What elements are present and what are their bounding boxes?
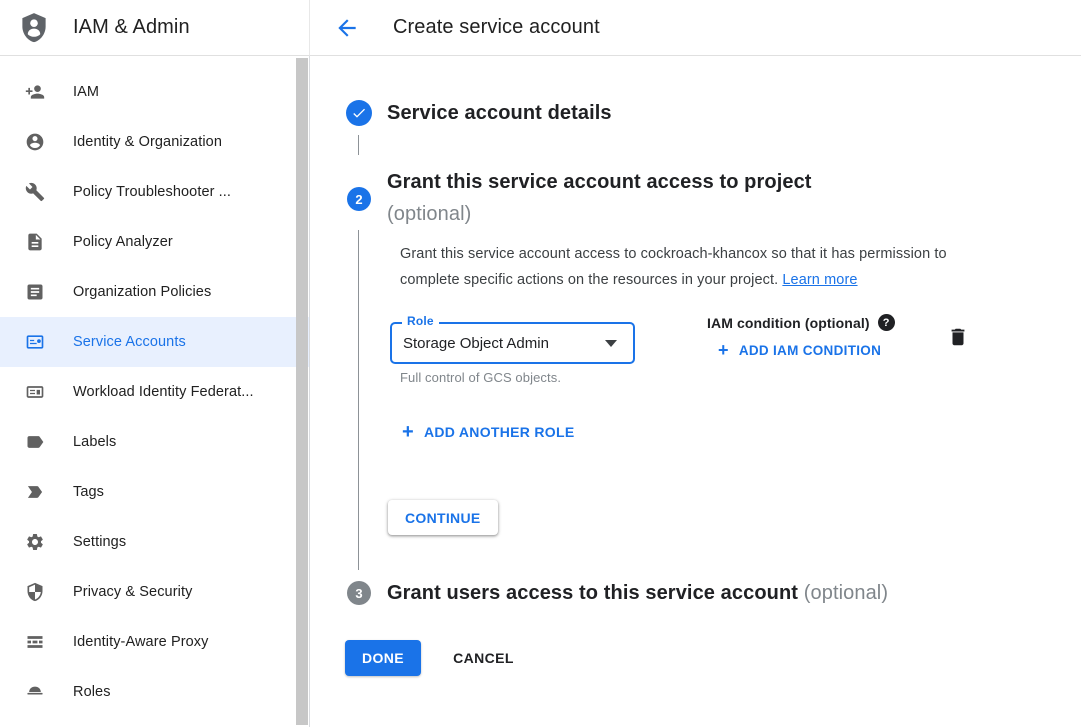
step2-description: Grant this service account access to coc… <box>400 242 988 293</box>
stepper-connector <box>358 135 359 155</box>
wrench-icon <box>25 182 45 202</box>
sidebar-item-label: Settings <box>73 534 126 550</box>
sidebar-item-label: Policy Troubleshooter ... <box>73 184 231 200</box>
add-another-role-button[interactable]: + ADD ANOTHER ROLE <box>402 422 575 442</box>
sidebar-item-settings[interactable]: Settings <box>0 517 309 567</box>
step1-completed-check-icon <box>346 100 372 126</box>
service-account-icon <box>25 332 45 352</box>
role-select-value: Storage Object Admin <box>403 335 549 352</box>
iam-shield-logo-icon <box>17 9 51 47</box>
role-field-label: Role <box>402 314 439 328</box>
step3-heading: Grant users access to this service accou… <box>387 582 888 605</box>
step2-header: 2 Grant this service account access to p… <box>347 168 812 229</box>
sidebar-item-policy-analyzer[interactable]: Policy Analyzer <box>0 217 309 267</box>
back-arrow-icon[interactable] <box>334 15 360 41</box>
gear-icon <box>25 532 45 552</box>
article-icon <box>25 282 45 302</box>
proxy-icon <box>25 632 45 652</box>
tag-arrow-icon <box>25 482 45 502</box>
step3-title: Grant users access to this service accou… <box>387 582 798 604</box>
sidebar-item-policy-troubleshooter[interactable]: Policy Troubleshooter ... <box>0 167 309 217</box>
sidebar-item-label: Organization Policies <box>73 284 211 300</box>
plus-icon: + <box>718 341 729 359</box>
cancel-button[interactable]: CANCEL <box>453 650 514 666</box>
sidebar-item-privacy-security[interactable]: Privacy & Security <box>0 567 309 617</box>
app-title: IAM & Admin <box>73 16 190 39</box>
sidebar-item-identity-organization[interactable]: Identity & Organization <box>0 117 309 167</box>
sidebar-item-tags[interactable]: Tags <box>0 467 309 517</box>
plus-icon: + <box>402 422 414 442</box>
sidebar-scrollbar[interactable] <box>296 58 308 725</box>
sidebar-item-iam[interactable]: IAM <box>0 67 309 117</box>
form-actions: DONE CANCEL <box>345 640 514 676</box>
page-header: Create service account <box>310 0 1081 56</box>
iam-admin-app: IAM & Admin Create service account IAM Id… <box>0 0 1081 727</box>
step2-title: Grant this service account access to pro… <box>387 171 812 193</box>
sidebar-item-identity-aware-proxy[interactable]: Identity-Aware Proxy <box>0 617 309 667</box>
learn-more-link[interactable]: Learn more <box>782 272 857 288</box>
step2-optional-label: (optional) <box>387 200 812 229</box>
sidebar-item-organization-policies[interactable]: Organization Policies <box>0 267 309 317</box>
label-icon <box>25 432 45 452</box>
sidebar-item-label: Policy Analyzer <box>73 234 173 250</box>
account-circle-icon <box>25 132 45 152</box>
sidebar-item-roles[interactable]: Roles <box>0 667 309 717</box>
sidebar-item-label: Tags <box>73 484 104 500</box>
sidebar-nav: IAM Identity & Organization Policy Trouble… <box>0 56 310 727</box>
step3-number-badge: 3 <box>347 581 371 605</box>
stepper-connector <box>358 230 359 570</box>
sidebar-item-label: Roles <box>73 684 111 700</box>
step2-number-badge: 2 <box>347 187 371 211</box>
iam-condition-section: IAM condition (optional) ? + ADD IAM CON… <box>707 314 895 359</box>
sidebar-item-labels[interactable]: Labels <box>0 417 309 467</box>
sidebar-item-service-accounts[interactable]: Service Accounts <box>0 317 309 367</box>
sidebar-item-label: Labels <box>73 434 116 450</box>
step1-title: Service account details <box>387 102 612 125</box>
continue-button[interactable]: CONTINUE <box>388 500 498 535</box>
sidebar-item-label: Service Accounts <box>73 334 186 350</box>
step3-header[interactable]: 3 Grant users access to this service acc… <box>347 581 888 605</box>
delete-role-trash-icon[interactable] <box>947 326 971 350</box>
sidebar-item-label: IAM <box>73 84 99 100</box>
role-helper-text: Full control of GCS objects. <box>400 370 561 385</box>
sidebar-item-label: Workload Identity Federat... <box>73 384 254 400</box>
security-shield-icon <box>25 582 45 602</box>
page-title: Create service account <box>393 16 600 39</box>
step3-optional-label: (optional) <box>804 582 888 604</box>
done-button[interactable]: DONE <box>345 640 421 676</box>
sidebar-item-label: Identity-Aware Proxy <box>73 634 209 650</box>
card-icon <box>25 382 45 402</box>
sidebar-header: IAM & Admin <box>0 0 310 56</box>
sidebar-item-workload-identity-federation[interactable]: Workload Identity Federat... <box>0 367 309 417</box>
policy-analyzer-icon <box>25 232 45 252</box>
dropdown-caret-icon <box>605 340 617 347</box>
main-content: Service account details 2 Grant this ser… <box>310 56 1081 727</box>
roles-hat-icon <box>25 682 45 702</box>
add-iam-condition-button[interactable]: + ADD IAM CONDITION <box>718 341 895 359</box>
step1-header[interactable]: Service account details <box>346 100 612 126</box>
help-icon[interactable]: ? <box>878 314 895 331</box>
sidebar-item-label: Privacy & Security <box>73 584 192 600</box>
step2-heading: Grant this service account access to pro… <box>387 168 812 229</box>
person-add-icon <box>25 82 45 102</box>
role-select[interactable]: Storage Object Admin <box>390 322 635 364</box>
sidebar-item-label: Identity & Organization <box>73 134 222 150</box>
iam-condition-label: IAM condition (optional) <box>707 315 870 331</box>
